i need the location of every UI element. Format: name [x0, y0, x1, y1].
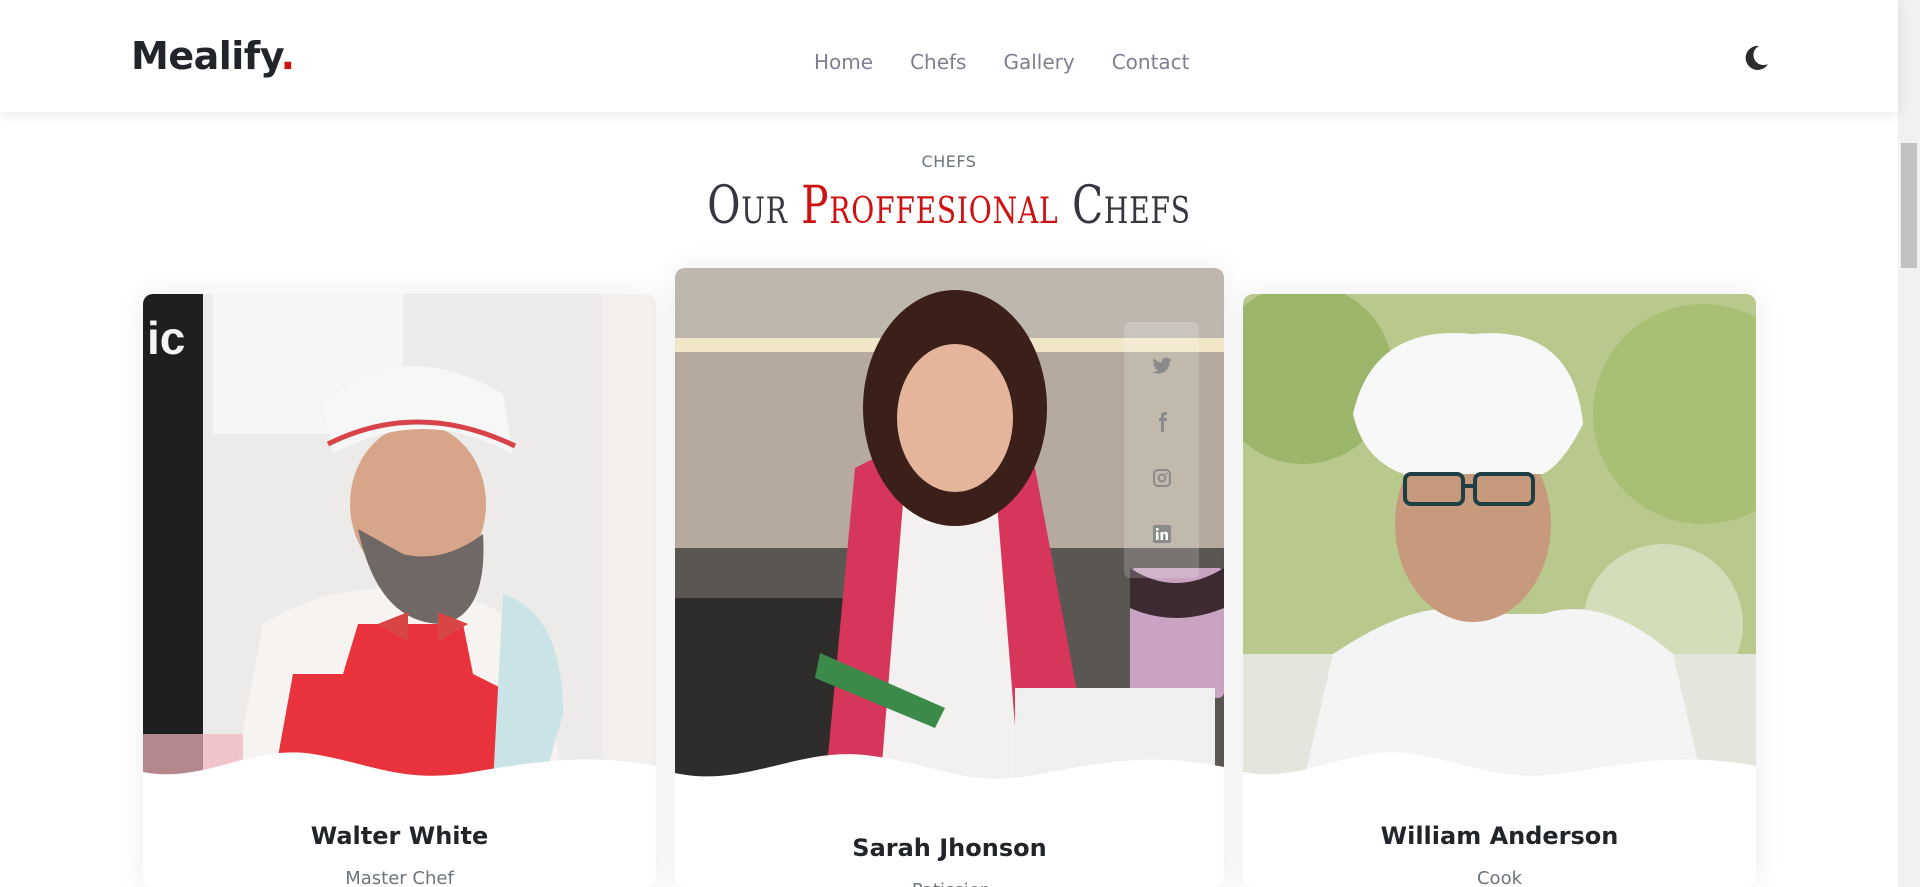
instagram-icon[interactable]	[1150, 466, 1174, 490]
chef-name: Walter White	[310, 822, 489, 850]
title-end: Chefs	[1058, 176, 1191, 236]
twitter-icon[interactable]	[1150, 354, 1174, 378]
chef-role: Master Chef	[345, 868, 454, 887]
facebook-icon[interactable]	[1150, 410, 1174, 434]
chef-name: Sarah Jhonson	[852, 834, 1047, 862]
nav-chefs[interactable]: Chefs	[910, 50, 966, 74]
logo[interactable]: Mealify.	[131, 34, 295, 78]
social-links	[1124, 322, 1199, 578]
chef-name: William Anderson	[1380, 822, 1619, 850]
title-start: Our	[707, 176, 802, 236]
title-accent: Proffesional	[801, 176, 1059, 236]
moon-icon[interactable]	[1742, 44, 1770, 72]
chef-role: Cook	[1476, 868, 1523, 887]
nav-contact[interactable]: Contact	[1112, 50, 1190, 74]
page-scrollbar[interactable]	[1898, 0, 1920, 887]
chef-card-featured[interactable]: Sarah Jhonson Patissier	[675, 268, 1224, 887]
chef-card[interactable]: ic Walter White Master Chef	[143, 294, 656, 887]
svg-text:ic: ic	[147, 312, 185, 364]
nav-home[interactable]: Home	[814, 50, 873, 74]
logo-dot: .	[280, 34, 295, 78]
chef-card[interactable]: William Anderson Cook	[1243, 294, 1756, 887]
chef-photo: ic	[143, 294, 656, 784]
chef-role: Patissier	[675, 880, 1224, 887]
nav-gallery[interactable]: Gallery	[1003, 50, 1074, 74]
scrollbar-thumb[interactable]	[1901, 143, 1917, 268]
main-nav: Home Chefs Gallery Contact	[814, 50, 1227, 74]
card-wave	[143, 752, 656, 794]
section-title: Our Proffesional Chefs	[209, 176, 1689, 236]
card-wave	[1243, 752, 1756, 794]
linkedin-icon[interactable]	[1150, 522, 1174, 546]
logo-text: Mealify	[131, 34, 281, 78]
site-header: Mealify. Home Chefs Gallery Contact	[0, 0, 1898, 112]
section-eyebrow: CHEFS	[921, 152, 977, 171]
card-wave	[675, 754, 1224, 798]
chef-photo	[1243, 294, 1756, 784]
